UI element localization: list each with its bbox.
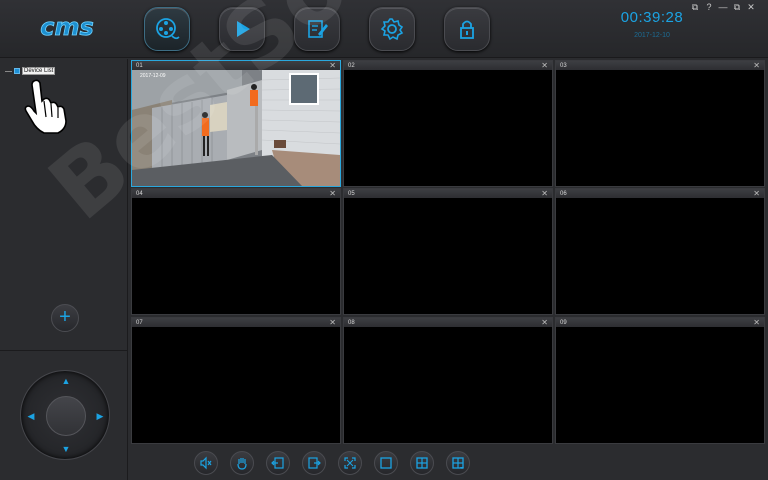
display-mode-icon[interactable]: ⧉ [690, 2, 700, 13]
cell-header: 03 ✕ [556, 61, 764, 70]
restore-icon[interactable]: ⧉ [732, 2, 742, 13]
page-back-icon [271, 457, 284, 469]
close-icon[interactable]: ✕ [541, 61, 548, 70]
gear-icon [380, 18, 404, 41]
close-icon[interactable]: ✕ [329, 61, 336, 70]
video-cell-01[interactable]: 01 ✕ 2017-12-09 [131, 60, 341, 187]
close-icon[interactable]: ✕ [753, 318, 760, 327]
lock-icon [460, 20, 474, 39]
camera-feed: 2017-12-09 [132, 70, 340, 186]
layout-custom-button[interactable] [446, 451, 470, 475]
custom-layout-icon [452, 457, 464, 469]
cell-header: 01 ✕ [132, 61, 340, 70]
window-controls: ⧉ ? — ⧉ ✕ [690, 2, 756, 13]
device-list-node[interactable]: Device List [22, 67, 56, 75]
layout-4-button[interactable] [410, 451, 434, 475]
close-icon[interactable]: ✕ [541, 318, 548, 327]
live-view-button[interactable] [144, 7, 190, 51]
ptz-hand-button[interactable] [230, 451, 254, 475]
close-icon[interactable]: ✕ [746, 2, 756, 13]
bottom-toolbar [131, 446, 768, 480]
cell-header: 08 ✕ [344, 318, 552, 327]
help-icon[interactable]: ? [704, 2, 714, 13]
video-cell-04[interactable]: 04 ✕ [131, 188, 341, 315]
close-icon[interactable]: ✕ [329, 189, 336, 198]
settings-button[interactable] [369, 7, 415, 51]
cell-number: 01 [136, 62, 143, 69]
close-icon[interactable]: ✕ [329, 318, 336, 327]
device-tree: Device List [5, 67, 56, 75]
cell-number: 02 [348, 62, 355, 69]
clock-time: 00:39:28 [620, 9, 684, 26]
cell-number: 08 [348, 319, 355, 326]
ptz-control-pad[interactable]: ▲ ▼ ◀ ▶ [20, 370, 110, 460]
next-page-button[interactable] [302, 451, 326, 475]
minimize-icon[interactable]: — [718, 2, 728, 13]
cms-app-window: cms 00:39:28 2017-12-10 ⧉ ? — ⧉ ✕ Device… [0, 0, 768, 480]
log-button[interactable] [294, 7, 340, 51]
video-cell-09[interactable]: 09 ✕ [555, 317, 765, 444]
mute-button[interactable] [194, 451, 218, 475]
ptz-down-arrow-icon[interactable]: ▼ [60, 443, 72, 455]
cms-logo: cms [40, 14, 94, 41]
pointer-hand-icon [24, 79, 67, 134]
cell-header: 09 ✕ [556, 318, 764, 327]
plus-icon: + [59, 306, 71, 328]
cell-header: 07 ✕ [132, 318, 340, 327]
cell-header: 05 ✕ [344, 189, 552, 198]
prev-page-button[interactable] [266, 451, 290, 475]
fullscreen-button[interactable] [338, 451, 362, 475]
video-cell-06[interactable]: 06 ✕ [555, 188, 765, 315]
close-icon[interactable]: ✕ [753, 189, 760, 198]
single-view-icon [380, 457, 392, 469]
cell-number: 05 [348, 190, 355, 197]
cell-number: 07 [136, 319, 143, 326]
video-cell-03[interactable]: 03 ✕ [555, 60, 765, 187]
cell-number: 04 [136, 190, 143, 197]
close-icon[interactable]: ✕ [753, 61, 760, 70]
edit-document-icon [308, 20, 328, 38]
cell-number: 06 [560, 190, 567, 197]
tree-connector [5, 70, 12, 72]
device-tree-checkbox[interactable] [14, 68, 20, 74]
lock-button[interactable] [444, 7, 490, 51]
film-reel-icon [156, 18, 180, 40]
video-cell-05[interactable]: 05 ✕ [343, 188, 553, 315]
clock-date: 2017-12-10 [634, 32, 670, 39]
ptz-right-arrow-icon[interactable]: ▶ [94, 410, 106, 422]
cell-header: 06 ✕ [556, 189, 764, 198]
ptz-center-button[interactable] [46, 396, 86, 436]
page-forward-icon [308, 457, 321, 469]
add-device-button[interactable]: + [51, 304, 79, 332]
cell-header: 04 ✕ [132, 189, 340, 198]
ptz-up-arrow-icon[interactable]: ▲ [60, 375, 72, 387]
camera-osd-timestamp: 2017-12-09 [140, 73, 166, 79]
panel-divider [0, 350, 128, 351]
quad-view-icon [416, 457, 428, 469]
video-cell-07[interactable]: 07 ✕ [131, 317, 341, 444]
top-bar: cms 00:39:28 2017-12-10 ⧉ ? — ⧉ ✕ [0, 0, 768, 58]
video-grid: 01 ✕ 2017-12-09 02 ✕ 03 ✕ 04 ✕ 05 ✕ 06 ✕… [131, 60, 765, 444]
camera-image: 2017-12-09 [132, 70, 340, 186]
logo-text: cms [40, 14, 94, 41]
speaker-mute-icon [200, 456, 212, 470]
playback-button[interactable] [219, 7, 265, 51]
layout-1-button[interactable] [374, 451, 398, 475]
ptz-left-arrow-icon[interactable]: ◀ [25, 410, 37, 422]
device-panel: Device List + ▲ ▼ ◀ ▶ [0, 59, 128, 480]
play-icon [237, 21, 250, 37]
video-cell-02[interactable]: 02 ✕ [343, 60, 553, 187]
fullscreen-icon [344, 457, 356, 469]
cell-header: 02 ✕ [344, 61, 552, 70]
hand-icon [237, 458, 247, 470]
cell-number: 03 [560, 62, 567, 69]
cell-number: 09 [560, 319, 567, 326]
video-cell-08[interactable]: 08 ✕ [343, 317, 553, 444]
close-icon[interactable]: ✕ [541, 189, 548, 198]
